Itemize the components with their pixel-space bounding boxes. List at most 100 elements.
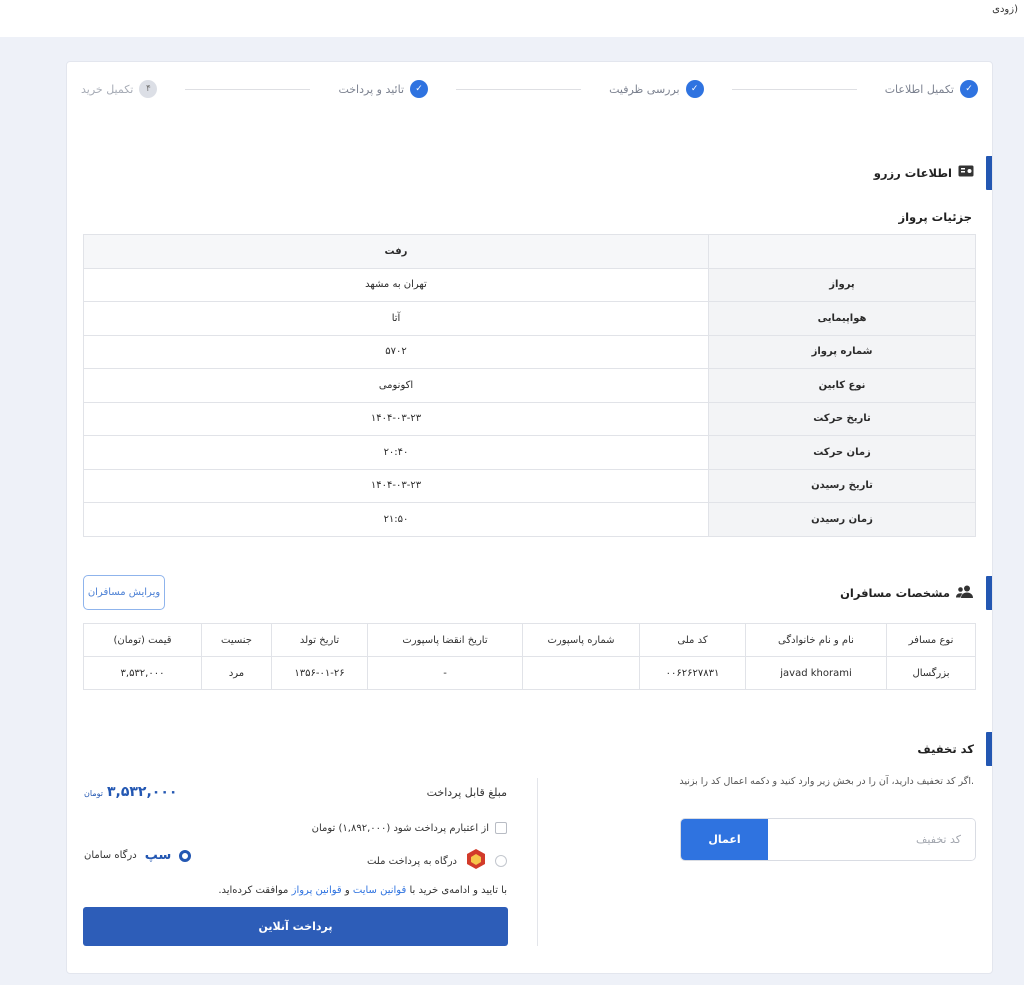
- table-row: زمان رسیدن ۲۱:۵۰: [83, 502, 976, 537]
- column-header: قیمت (تومان): [83, 623, 202, 657]
- check-icon: ✓: [960, 80, 978, 98]
- edit-passengers-button[interactable]: ویرایش مسافران: [83, 575, 165, 610]
- reservation-header: اطلاعات رزرو: [874, 156, 992, 190]
- table-header-row: رفت: [83, 234, 976, 269]
- step-label: بررسی ظرفیت: [609, 82, 680, 96]
- gateway-mellat-label: درگاه به پرداخت ملت: [366, 855, 457, 867]
- row-value: ۵۷۰۲: [83, 334, 709, 369]
- progress-stepper: ✓ تکمیل اطلاعات ✓ بررسی ظرفیت ✓ تائید و …: [81, 76, 978, 102]
- credit-label: از اعتبارم پرداخت شود (۱,۸۹۲,۰۰۰) تومان: [311, 822, 489, 834]
- passengers-title: مشخصات مسافران: [840, 586, 950, 600]
- section-accent: [986, 576, 992, 610]
- column-header: نام و نام خانوادگی: [745, 623, 887, 657]
- national-code: ۰۰۶۲۶۲۷۸۳۱: [639, 656, 746, 690]
- currency-unit: تومان: [84, 789, 103, 798]
- row-label: پرواز: [708, 267, 976, 302]
- step-capacity-check: ✓ بررسی ظرفیت: [609, 80, 704, 98]
- payable-amount: تومان ۳,۵۳۲,۰۰۰: [84, 784, 177, 800]
- birth-date: ۱۳۵۶-۰۱-۲۶: [271, 656, 368, 690]
- users-icon: [956, 585, 974, 602]
- table-row: زمان حرکت ۲۰:۴۰: [83, 435, 976, 470]
- flight-details-table: رفت پرواز تهران به مشهد هواپیمایی آتا شم…: [83, 234, 976, 537]
- column-header: جنسیت: [201, 623, 272, 657]
- discount-header: کد تخفیف: [917, 732, 992, 766]
- step-complete-purchase: ۴ تکمیل خرید: [81, 80, 158, 98]
- row-value: ۱۴۰۴-۰۳-۲۳: [83, 468, 709, 503]
- pay-with-credit-option[interactable]: از اعتبارم پرداخت شود (۱,۸۹۲,۰۰۰) تومان: [312, 822, 507, 834]
- site-rules-link[interactable]: قوانین سایت: [353, 885, 406, 896]
- row-value: ۱۴۰۴-۰۳-۲۳: [83, 401, 709, 436]
- step-label: تکمیل اطلاعات: [884, 82, 954, 96]
- row-label: زمان حرکت: [708, 435, 976, 470]
- column-header: شماره پاسپورت: [522, 623, 640, 657]
- row-value: ۲۱:۵۰: [83, 502, 709, 537]
- discount-code-input[interactable]: [768, 819, 975, 860]
- saman-logo-icon: سپ: [144, 848, 172, 863]
- gateway-saman-label: درگاه سامان: [84, 850, 137, 861]
- gateway-mellat-option[interactable]: درگاه به پرداخت ملت: [367, 848, 507, 874]
- flight-rules-link[interactable]: قوانین پرواز: [292, 885, 342, 896]
- table-row: پرواز تهران به مشهد: [83, 267, 976, 302]
- step-connector: [731, 88, 857, 90]
- discount-form: اعمال: [680, 818, 976, 861]
- step-confirm-pay: ✓ تائید و پرداخت: [338, 80, 429, 98]
- column-header-outbound: رفت: [83, 234, 709, 269]
- mellat-logo-icon: [465, 848, 487, 874]
- table-row: هواپیمایی آتا: [83, 301, 976, 336]
- credit-checkbox[interactable]: [495, 822, 507, 834]
- amount-value: ۳,۵۳۲,۰۰۰: [106, 784, 178, 800]
- table-row: شماره پرواز ۵۷۰۲: [83, 334, 976, 369]
- discount-description: اگر کد تخفیف دارید، آن را در بخش زیر وار…: [679, 776, 974, 787]
- gateway-saman-radio[interactable]: [179, 849, 192, 862]
- row-label: نوع کابین: [708, 368, 976, 403]
- step-connector: [456, 88, 582, 90]
- step-label: تائید و پرداخت: [338, 82, 405, 96]
- step-number: ۴: [139, 80, 158, 98]
- agree-prefix: با تایید و ادامه‌ی خرید با: [409, 885, 507, 896]
- online-payment-button[interactable]: پرداخت آنلاین: [83, 907, 508, 946]
- flight-details-title: جزئیات پرواز: [898, 210, 972, 224]
- top-bar: زودی): [0, 0, 1024, 37]
- table-header-row: نوع مسافر نام و نام خانوادگی کد ملی شمار…: [83, 623, 976, 657]
- row-value: آتا: [83, 301, 709, 336]
- step-label: تکمیل خرید: [81, 82, 134, 96]
- column-divider: [537, 778, 538, 946]
- row-label: زمان رسیدن: [708, 502, 976, 537]
- agree-and: و: [344, 885, 350, 896]
- passenger-type: بزرگسال: [886, 656, 976, 690]
- gateway-mellat-radio[interactable]: [495, 855, 507, 867]
- section-accent: [986, 156, 992, 190]
- check-icon: ✓: [410, 80, 429, 98]
- row-value: اکونومی: [83, 368, 709, 403]
- passport-expiry: -: [367, 656, 523, 690]
- passport-number: [522, 656, 640, 690]
- agree-suffix: موافقت کرده‌اید.: [218, 885, 289, 896]
- check-icon: ✓: [685, 80, 704, 98]
- column-header: کد ملی: [639, 623, 746, 657]
- terms-agreement: با تایید و ادامه‌ی خرید با قوانین سایت و…: [218, 885, 507, 896]
- ticket-icon: [958, 165, 974, 181]
- step-connector: [185, 88, 311, 90]
- gateway-saman-option[interactable]: سپ درگاه سامان: [84, 848, 192, 863]
- table-row: نوع کابین اکونومی: [83, 368, 976, 403]
- column-header: نوع مسافر: [886, 623, 976, 657]
- column-header: تاریخ انقضا پاسپورت: [367, 623, 523, 657]
- booking-card: ✓ تکمیل اطلاعات ✓ بررسی ظرفیت ✓ تائید و …: [66, 61, 993, 974]
- payable-amount-title: مبلغ قابل پرداخت: [426, 786, 507, 799]
- row-label: تاریخ حرکت: [708, 401, 976, 436]
- row-value: تهران به مشهد: [83, 267, 709, 302]
- row-label: هواپیمایی: [708, 301, 976, 336]
- table-row: بزرگسال javad khorami ۰۰۶۲۶۲۷۸۳۱ - ۱۳۵۶-…: [83, 656, 976, 690]
- passenger-name: javad khorami: [745, 656, 887, 690]
- row-label: تاریخ رسیدن: [708, 468, 976, 503]
- step-complete-info: ✓ تکمیل اطلاعات: [885, 80, 978, 98]
- discount-title: کد تخفیف: [917, 742, 974, 756]
- table-corner-cell: [708, 234, 976, 269]
- reservation-title: اطلاعات رزرو: [873, 166, 952, 180]
- section-accent: [986, 732, 992, 766]
- top-bar-text: زودی): [992, 4, 1018, 15]
- table-row: تاریخ حرکت ۱۴۰۴-۰۳-۲۳: [83, 401, 976, 436]
- row-value: ۲۰:۴۰: [83, 435, 709, 470]
- row-label: شماره پرواز: [708, 334, 976, 369]
- apply-discount-button[interactable]: اعمال: [681, 819, 768, 860]
